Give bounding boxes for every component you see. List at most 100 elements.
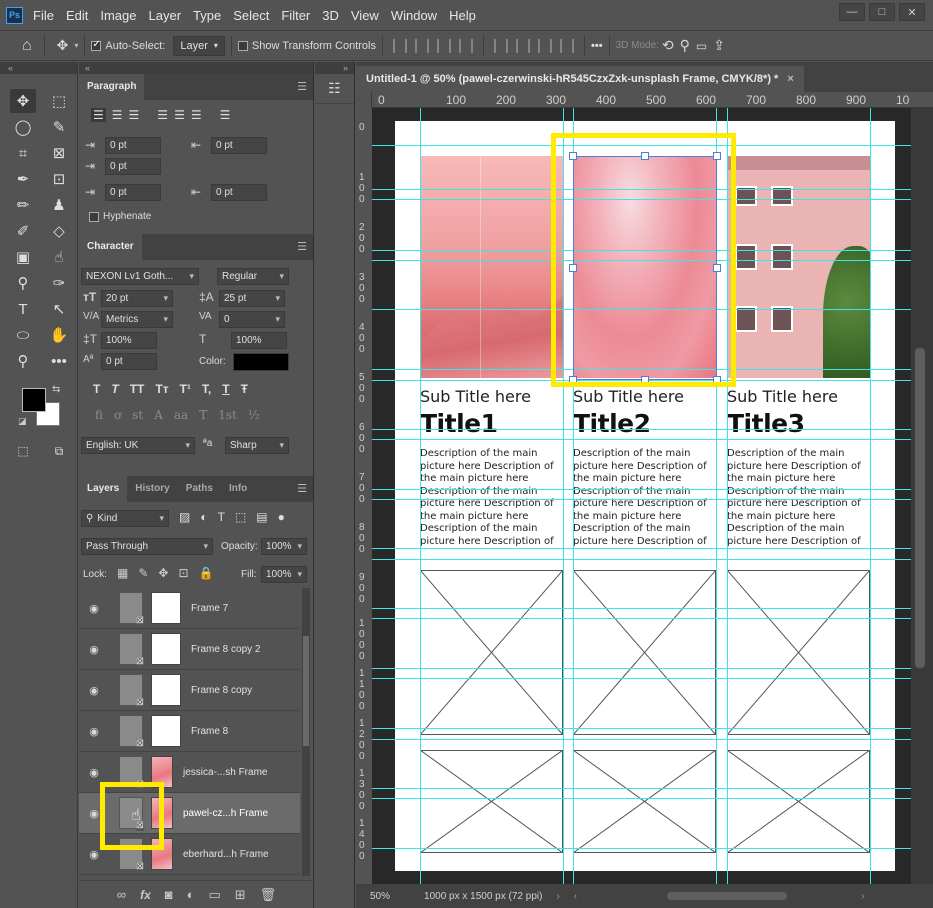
- fractions-button[interactable]: ½: [248, 408, 260, 422]
- move-tool-icon[interactable]: ✥: [57, 37, 69, 54]
- opacity-field[interactable]: 100% ▾: [261, 538, 307, 555]
- layer-row[interactable]: ◉ Frame 8 copy 2: [79, 629, 300, 670]
- auto-select-target-dropdown[interactable]: Layer ▾: [173, 35, 225, 56]
- guide-horizontal[interactable]: [372, 798, 911, 799]
- lock-artboard-icon[interactable]: ⊡: [178, 566, 188, 580]
- home-icon[interactable]: ⌂: [22, 37, 32, 55]
- strikethrough-button[interactable]: Ŧ: [241, 382, 248, 396]
- menu-layer[interactable]: Layer: [149, 8, 182, 23]
- link-icon[interactable]: ∞: [117, 887, 126, 902]
- guide-horizontal[interactable]: [372, 668, 911, 669]
- tab-character[interactable]: Character: [79, 234, 142, 260]
- title-1[interactable]: Title1: [420, 409, 498, 438]
- zoom-level[interactable]: 50%: [370, 891, 390, 902]
- frame-tool-icon[interactable]: ⊠: [46, 141, 72, 165]
- workspace-icon[interactable]: ▭: [696, 39, 707, 53]
- scroll-left-icon[interactable]: ‹: [574, 891, 577, 902]
- tab-info[interactable]: Info: [221, 476, 255, 502]
- status-menu-arrow-icon[interactable]: ›: [556, 891, 559, 902]
- align-right-text-icon[interactable]: ☰: [129, 108, 140, 122]
- gradient-tool-icon[interactable]: ▣: [10, 245, 36, 269]
- menu-image[interactable]: Image: [100, 8, 136, 23]
- layers-scrollbar[interactable]: [302, 588, 310, 876]
- panel-menu-icon[interactable]: ☰: [297, 80, 307, 93]
- font-style-dropdown[interactable]: Regular ▾: [217, 268, 289, 285]
- new-layer-icon[interactable]: ⊞: [235, 887, 246, 903]
- share-icon[interactable]: ⇪: [713, 37, 725, 54]
- distribute-horizontal-icon[interactable]: [560, 38, 574, 53]
- fx-icon[interactable]: fx: [140, 888, 151, 902]
- search-icon[interactable]: ⚲: [680, 37, 690, 54]
- old-style-button[interactable]: ơ: [114, 408, 121, 422]
- marquee-tool-icon[interactable]: ⬚: [46, 89, 72, 113]
- horizontal-scrollbar-thumb[interactable]: [667, 892, 788, 900]
- all-caps-button[interactable]: TT: [130, 382, 145, 396]
- tab-history[interactable]: History: [127, 476, 177, 502]
- guide-horizontal[interactable]: [372, 618, 911, 619]
- indent-left-field[interactable]: 0 pt: [105, 137, 161, 154]
- hyphenate-checkbox[interactable]: [89, 212, 99, 222]
- empty-frame[interactable]: [727, 750, 870, 853]
- subtitle-2[interactable]: Sub Title here: [573, 387, 684, 406]
- space-after-field[interactable]: 0 pt: [211, 184, 267, 201]
- filter-pixel-icon[interactable]: ▨: [179, 510, 190, 524]
- more-tools-icon[interactable]: •••: [46, 349, 72, 373]
- menu-view[interactable]: View: [351, 8, 379, 23]
- crop-tool-icon[interactable]: ⌗: [10, 141, 36, 165]
- guide-horizontal[interactable]: [372, 608, 911, 609]
- vertical-ruler[interactable]: 0 1 0 0 2 0 0 3 0 0 4 0 0 5 0 0 6 0 0 7 …: [356, 108, 372, 884]
- align-center-icon[interactable]: [415, 38, 429, 53]
- guide-vertical[interactable]: [420, 108, 421, 884]
- quick-select-tool-icon[interactable]: ✎: [46, 115, 72, 139]
- maximize-button[interactable]: □: [869, 3, 895, 21]
- underline-button[interactable]: T: [222, 382, 229, 396]
- path-select-tool-icon[interactable]: ↖: [46, 297, 72, 321]
- default-colors-icon[interactable]: ◪: [18, 416, 27, 427]
- distribute-top-icon[interactable]: [494, 38, 508, 53]
- align-right-icon[interactable]: [437, 38, 451, 53]
- menu-edit[interactable]: Edit: [66, 8, 88, 23]
- visibility-eye-icon[interactable]: ◉: [79, 725, 109, 738]
- description-1[interactable]: Description of the main picture here Des…: [420, 448, 555, 548]
- tab-layers[interactable]: Layers: [79, 476, 128, 502]
- justify-right-icon[interactable]: ☰: [191, 108, 202, 122]
- layer-row[interactable]: ◉ Frame 8: [79, 711, 300, 752]
- justify-all-icon[interactable]: ☰: [220, 108, 231, 122]
- trash-icon[interactable]: 🗑: [260, 887, 277, 903]
- filter-type-icon[interactable]: T: [218, 510, 225, 524]
- faux-bold-button[interactable]: T: [93, 382, 100, 396]
- empty-frame[interactable]: [420, 570, 563, 735]
- subtitle-1[interactable]: Sub Title here: [420, 387, 531, 406]
- align-left-icon[interactable]: [393, 38, 407, 53]
- menu-3d[interactable]: 3D: [322, 8, 339, 23]
- fill-field[interactable]: 100% ▾: [261, 566, 307, 583]
- close-tab-icon[interactable]: ×: [787, 73, 793, 85]
- layer-filter-kind-dropdown[interactable]: ⚲ Kind ▾: [81, 510, 169, 527]
- layer-row[interactable]: ◉ Frame 7: [79, 588, 300, 629]
- lasso-tool-icon[interactable]: ◯: [10, 115, 36, 139]
- filter-shape-icon[interactable]: ⬚: [235, 510, 246, 524]
- guide-horizontal[interactable]: [372, 429, 911, 430]
- indent-right-field[interactable]: 0 pt: [211, 137, 267, 154]
- blend-mode-dropdown[interactable]: Pass Through ▾: [81, 538, 213, 555]
- guide-horizontal[interactable]: [372, 499, 911, 500]
- font-family-dropdown[interactable]: NEXON Lv1 Goth... ▾: [81, 268, 199, 285]
- text-color-swatch[interactable]: [233, 353, 289, 371]
- more-options-button[interactable]: •••: [591, 40, 603, 52]
- description-3[interactable]: Description of the main picture here Des…: [727, 448, 862, 548]
- empty-frame[interactable]: [727, 570, 870, 735]
- minimize-button[interactable]: —: [839, 3, 865, 21]
- mask-icon[interactable]: ◙: [165, 887, 173, 902]
- titling-button[interactable]: T: [199, 408, 207, 422]
- lock-image-icon[interactable]: ✎: [138, 566, 148, 580]
- history-brush-tool-icon[interactable]: ✐: [10, 219, 36, 243]
- guide-horizontal[interactable]: [372, 788, 911, 789]
- vertical-scrollbar-thumb[interactable]: [915, 348, 925, 668]
- empty-frame[interactable]: [573, 750, 716, 853]
- show-transform-checkbox[interactable]: [237, 40, 248, 51]
- visibility-eye-icon[interactable]: ◉: [79, 602, 109, 615]
- subtitle-3[interactable]: Sub Title here: [727, 387, 838, 406]
- filter-adjustment-icon[interactable]: ◐: [200, 510, 207, 524]
- 3d-orbit-icon[interactable]: ⟲: [662, 37, 674, 54]
- title-3[interactable]: Title3: [727, 409, 805, 438]
